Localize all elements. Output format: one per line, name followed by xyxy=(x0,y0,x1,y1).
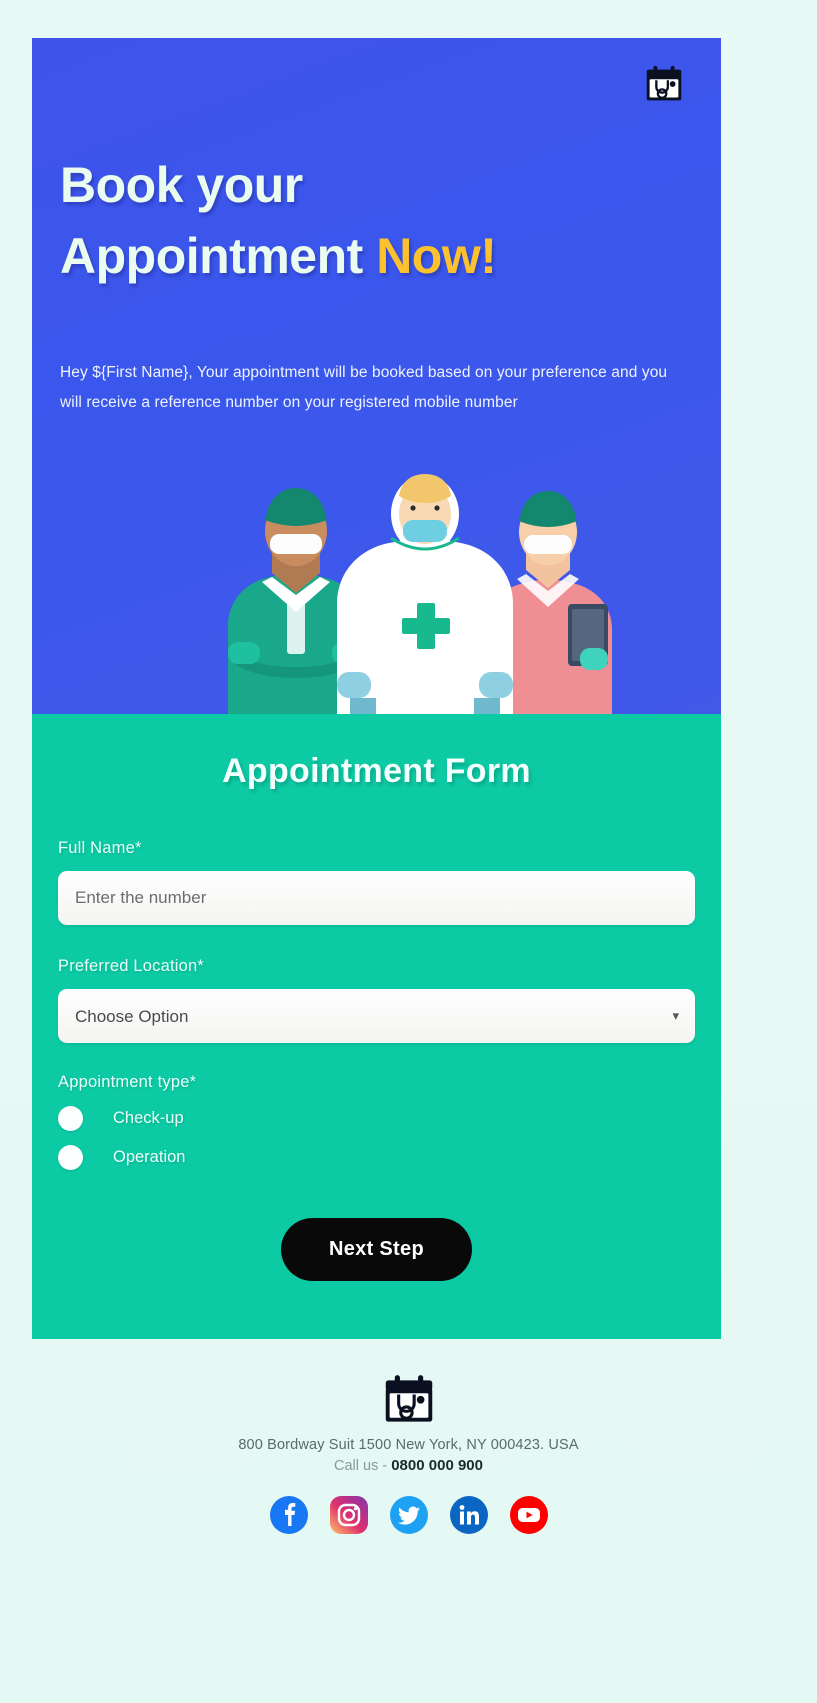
calendar-stethoscope-icon xyxy=(378,1419,440,1436)
full-name-input[interactable] xyxy=(58,871,695,925)
calendar-stethoscope-icon xyxy=(641,62,687,108)
radio-button-icon[interactable] xyxy=(58,1145,83,1170)
linkedin-icon[interactable] xyxy=(450,1496,488,1534)
facebook-icon[interactable] xyxy=(270,1496,308,1534)
radio-label-operation: Operation xyxy=(113,1148,185,1167)
footer-phone[interactable]: 0800 000 900 xyxy=(391,1457,483,1474)
radio-option-operation[interactable]: Operation xyxy=(58,1145,695,1170)
email-page: Book your Appointment Now! Hey ${First N… xyxy=(0,0,817,1703)
hero-section: Book your Appointment Now! Hey ${First N… xyxy=(32,38,721,714)
call-us-prefix: Call us - xyxy=(334,1458,387,1474)
radio-button-icon[interactable] xyxy=(58,1106,83,1131)
hero-title: Book your Appointment Now! xyxy=(60,150,496,292)
email-card: Book your Appointment Now! Hey ${First N… xyxy=(32,38,721,1339)
appointment-type-label: Appointment type* xyxy=(58,1073,695,1092)
footer-call-us: Call us - 0800 000 900 xyxy=(0,1457,817,1474)
instagram-icon[interactable] xyxy=(330,1496,368,1534)
radio-option-check-up[interactable]: Check-up xyxy=(58,1106,695,1131)
preferred-location-select[interactable]: Choose Option xyxy=(58,989,695,1043)
radio-label-check-up: Check-up xyxy=(113,1109,184,1128)
footer: 800 Bordway Suit 1500 New York, NY 00042… xyxy=(0,1340,817,1534)
appointment-form-section: Appointment Form Full Name* Preferred Lo… xyxy=(32,714,721,1339)
preferred-location-wrap: Choose Option ▾ xyxy=(58,989,695,1043)
full-name-label: Full Name* xyxy=(58,839,695,858)
preferred-location-label: Preferred Location* xyxy=(58,957,695,976)
submit-button-wrap: Next Step xyxy=(58,1218,695,1281)
form-title: Appointment Form xyxy=(58,752,695,791)
social-links xyxy=(0,1496,817,1534)
twitter-icon[interactable] xyxy=(390,1496,428,1534)
hero-title-highlight: Now! xyxy=(376,228,496,284)
medical-staff-illustration xyxy=(32,436,721,714)
hero-title-line1: Book your xyxy=(60,157,303,213)
youtube-icon[interactable] xyxy=(510,1496,548,1534)
footer-address: 800 Bordway Suit 1500 New York, NY 00042… xyxy=(0,1437,817,1453)
hero-title-line2: Appointment xyxy=(60,228,363,284)
next-step-button[interactable]: Next Step xyxy=(281,1218,472,1281)
hero-paragraph: Hey ${First Name}, Your appointment will… xyxy=(60,358,685,418)
